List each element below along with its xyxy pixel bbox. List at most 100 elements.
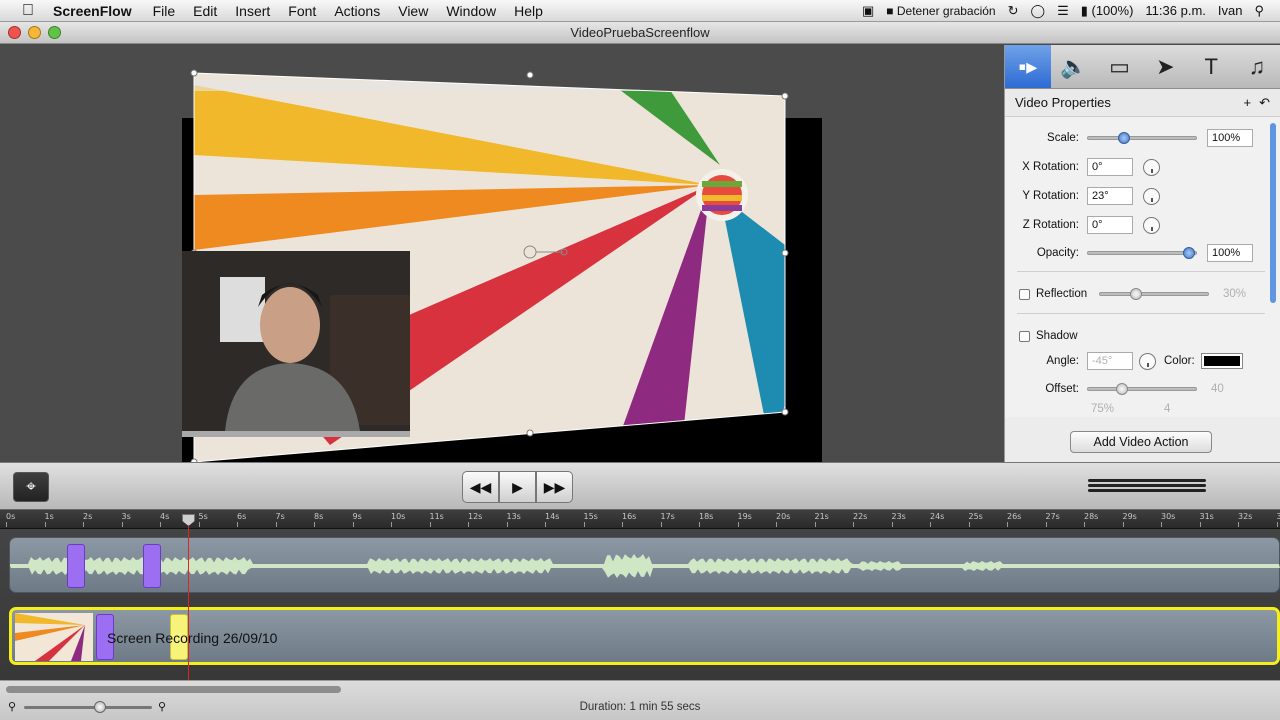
shadow-opacity-value[interactable]: 75%	[1091, 403, 1114, 415]
callout-tab-icon[interactable]: ➤	[1142, 45, 1188, 88]
ruler-tick: 13s	[506, 512, 521, 527]
y-rotation-dial[interactable]	[1143, 187, 1160, 205]
camera-status-icon[interactable]: ▣	[862, 3, 874, 19]
shadow-row: Shadow	[1005, 325, 1267, 347]
ruler-tick: 0s	[6, 512, 16, 527]
battery-status[interactable]: ▮ (100%)	[1081, 3, 1134, 19]
action-marker[interactable]	[143, 544, 161, 588]
properties-panel: ▪▸ 🔈 ▭ ➤ T ♫ Video Properties + ↶ Scale:…	[1004, 45, 1280, 462]
menu-edit[interactable]: Edit	[184, 3, 226, 19]
ruler-tick: 20s	[776, 512, 791, 527]
timeline-scrollbar[interactable]	[6, 686, 341, 693]
menu-window[interactable]: Window	[437, 3, 505, 19]
shadow-label: Shadow	[1036, 330, 1078, 342]
ruler-tick: 24s	[930, 512, 945, 527]
stop-recording-item[interactable]: ■ Detener grabación	[886, 4, 995, 18]
opacity-slider[interactable]	[1087, 247, 1197, 259]
rewind-icon[interactable]: ◀◀	[462, 471, 499, 503]
menu-font[interactable]: Font	[279, 3, 325, 19]
menu-actions[interactable]: Actions	[325, 3, 389, 19]
add-video-action-button[interactable]: Add Video Action	[1070, 431, 1212, 453]
screen-tab-icon[interactable]: ▭	[1097, 45, 1143, 88]
timeline: Screen Recording 26/09/10	[0, 529, 1280, 680]
video-track[interactable]: Screen Recording 26/09/10	[9, 607, 1280, 665]
video-tab-icon[interactable]: ▪▸	[1005, 45, 1051, 88]
menu-insert[interactable]: Insert	[226, 3, 279, 19]
reflection-label: Reflection	[1036, 288, 1088, 300]
playhead[interactable]	[188, 519, 189, 681]
angle-dial[interactable]	[1139, 352, 1156, 370]
chat-icon[interactable]: ◯	[1031, 3, 1046, 19]
menu-view[interactable]: View	[389, 3, 437, 19]
menu-file[interactable]: File	[144, 3, 185, 19]
media-tab-icon[interactable]: ♫	[1234, 45, 1280, 88]
wifi-icon[interactable]: ☰	[1057, 3, 1069, 19]
y-rotation-field[interactable]: 23°	[1087, 187, 1133, 205]
ruler-tick: 19s	[737, 512, 752, 527]
scale-field[interactable]: 100%	[1207, 129, 1253, 147]
sync-icon[interactable]: ↻	[1008, 3, 1019, 19]
ruler-tick: 31s	[1199, 512, 1214, 527]
minimize-window-button[interactable]	[28, 26, 41, 39]
offset-slider-knob[interactable]	[1116, 383, 1128, 395]
scale-label: Scale:	[1047, 132, 1079, 144]
ruler-tick: 4s	[160, 512, 170, 527]
shadow-blur-value[interactable]: 4	[1164, 403, 1170, 415]
text-tab-icon[interactable]: T	[1188, 45, 1234, 88]
reflection-checkbox[interactable]	[1019, 288, 1030, 300]
shadow-color-well[interactable]	[1200, 353, 1243, 369]
crop-icon[interactable]: ⌖	[13, 472, 49, 502]
properties-scrollbar[interactable]	[1270, 123, 1276, 303]
ruler-tick: 17s	[660, 512, 675, 527]
add-property-icon[interactable]: +	[1244, 95, 1252, 111]
reset-icon[interactable]: ↶	[1259, 95, 1270, 111]
menu-help[interactable]: Help	[505, 3, 552, 19]
ruler-tick: 6s	[237, 512, 247, 527]
spotlight-search-icon[interactable]: ⚲	[1254, 3, 1264, 19]
scale-slider-knob[interactable]	[1118, 132, 1130, 144]
offset-label: Offset:	[1045, 383, 1079, 395]
fast-forward-icon[interactable]: ▶▶	[536, 471, 573, 503]
opacity-label: Opacity:	[1036, 247, 1079, 259]
opacity-slider-knob[interactable]	[1183, 247, 1195, 259]
apple-icon[interactable]: 	[17, 2, 39, 20]
x-rotation-field[interactable]: 0°	[1087, 158, 1133, 176]
x-rotation-dial[interactable]	[1143, 158, 1160, 176]
reflection-slider[interactable]	[1099, 288, 1209, 300]
action-marker[interactable]	[67, 544, 85, 588]
ruler-tick: 14s	[545, 512, 560, 527]
z-rotation-field[interactable]: 0°	[1087, 216, 1133, 234]
app-menu[interactable]: ScreenFlow	[39, 3, 144, 19]
z-rotation-dial[interactable]	[1143, 216, 1160, 234]
preview-canvas[interactable]	[0, 45, 1003, 478]
audio-tab-icon[interactable]: 🔈	[1051, 45, 1097, 88]
z-rotation-label: Z Rotation:	[1022, 219, 1079, 231]
audio-track[interactable]	[9, 537, 1280, 593]
ruler-tick: 29s	[1122, 512, 1137, 527]
close-window-button[interactable]	[8, 26, 21, 39]
ruler-tick: 7s	[275, 512, 285, 527]
ruler-tick: 32s	[1238, 512, 1253, 527]
zoom-window-button[interactable]	[48, 26, 61, 39]
ruler-tick: 26s	[1007, 512, 1022, 527]
window-titlebar: VideoPruebaScreenflow	[0, 22, 1280, 44]
opacity-field[interactable]: 100%	[1207, 244, 1253, 262]
x-rotation-row: X Rotation: 0°	[1005, 156, 1267, 178]
ruler-tick: 3s	[121, 512, 131, 527]
opacity-row: Opacity: 100%	[1005, 242, 1267, 264]
y-rotation-row: Y Rotation: 23°	[1005, 185, 1267, 207]
recording-preview[interactable]	[0, 45, 1003, 462]
stop-recording-label: Detener grabación	[896, 3, 996, 18]
color-label: Color:	[1164, 355, 1195, 367]
angle-field[interactable]: -45°	[1087, 352, 1133, 370]
shadow-angle-row: Angle: -45° Color:	[1005, 350, 1267, 372]
ruler-tick: 25s	[968, 512, 983, 527]
scale-slider[interactable]	[1087, 132, 1197, 144]
panel-header: Video Properties + ↶	[1005, 89, 1280, 117]
shadow-checkbox[interactable]	[1019, 330, 1030, 342]
clock[interactable]: 11:36 p.m.	[1145, 3, 1205, 18]
offset-slider[interactable]	[1087, 383, 1197, 395]
reflection-slider-knob[interactable]	[1130, 288, 1142, 300]
play-icon[interactable]: ▶	[499, 471, 536, 503]
user-menu[interactable]: Ivan	[1218, 3, 1243, 18]
